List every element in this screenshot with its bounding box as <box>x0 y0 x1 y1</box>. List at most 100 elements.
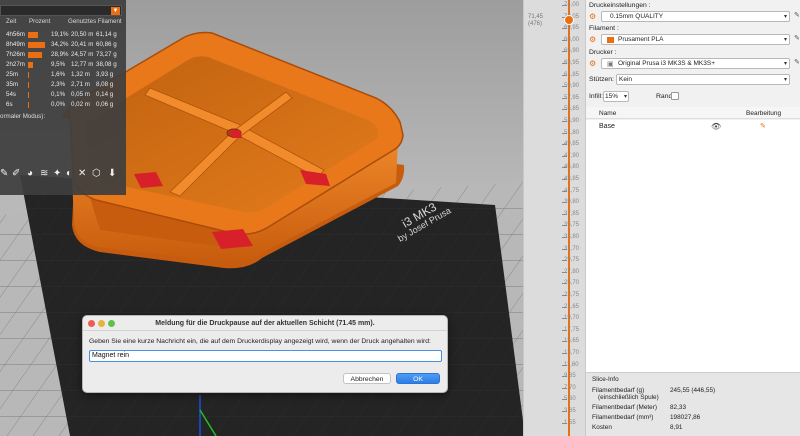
view-type-dropdown[interactable]: ▼ <box>0 5 122 16</box>
edit-icon[interactable]: ✎ <box>794 58 800 66</box>
column-edit: Bearbeitung <box>746 110 782 117</box>
stats-row: 2h27m 9,5% 12,77 m 38,08 g <box>6 61 126 70</box>
chevron-down-icon: ▾ <box>783 37 787 43</box>
edit-object-icon[interactable]: ✎ <box>760 122 766 130</box>
seam-icon[interactable]: ✕ <box>78 168 86 179</box>
header-percent: Prozent <box>29 18 51 25</box>
filament-mm3-label: Filamentbedarf (mm³) <box>592 414 654 421</box>
current-height: 71,45 <box>528 14 544 20</box>
filament-g-label: Filamentbedarf (g) <box>592 387 645 394</box>
printer-combo[interactable]: ▣ Original Prusa i3 MK3S & MK3S+ ▾ <box>601 58 790 69</box>
3d-viewport[interactable]: i3 MK3 by Josef Prusa ▼ Zeit Prozent Gen… <box>0 0 560 436</box>
print-settings-value: 0.15mm QUALITY <box>610 13 664 20</box>
eye-icon[interactable]: 👁 <box>711 122 721 131</box>
colormix-icon[interactable]: ✦ <box>53 168 61 179</box>
cost-value: 8,91 <box>670 424 683 431</box>
dialog-titlebar: Meldung für die Druckpause auf der aktue… <box>83 316 447 331</box>
stats-grams: 60,86 g <box>96 41 117 48</box>
stats-bar <box>28 72 29 78</box>
contrast-icon[interactable]: ◐ <box>66 168 72 179</box>
chevron-down-icon: ▾ <box>783 77 787 83</box>
stats-percent: 0,0% <box>51 101 66 108</box>
stats-row: 54s 0,1% 0,05 m 0,14 g <box>6 91 126 100</box>
filament-value: Prusament PLA <box>618 36 664 43</box>
mode-note: ormaler Modus): <box>0 113 46 120</box>
ruler-label: 74,00 <box>564 2 580 8</box>
stats-row: 25m 1,6% 1,32 m 3,93 g <box>6 71 126 80</box>
stats-percent: 1,6% <box>51 71 66 78</box>
ruler-label: 35,75 <box>564 222 580 229</box>
stats-meters: 1,32 m <box>71 71 90 78</box>
stats-grams: 73,27 g <box>96 51 117 58</box>
cost-label: Kosten <box>592 424 612 431</box>
stats-percent: 28,9% <box>51 51 69 58</box>
slider-thumb-icon[interactable] <box>562 13 576 27</box>
gear-icon[interactable]: ⚙ <box>589 12 596 21</box>
edit-icon[interactable]: ✎ <box>794 34 800 42</box>
stats-grams: 0,14 g <box>96 91 114 98</box>
ruler-label: 41,75 <box>564 187 580 194</box>
stats-meters: 0,05 m <box>71 91 90 98</box>
ruler-label: 29,75 <box>564 257 580 264</box>
layer-slider[interactable]: 71,45 (476) 74,0072,0569,9568,0065,9063,… <box>523 0 585 436</box>
color-icon[interactable]: ◕ <box>27 168 33 179</box>
pause-message-dialog: Meldung für die Druckpause auf der aktue… <box>82 315 448 393</box>
stats-meters: 0,02 m <box>71 101 90 108</box>
slice-info-title: Slice-Info <box>592 376 619 383</box>
stats-time: 35m <box>6 81 19 88</box>
gear-icon[interactable]: ⚙ <box>589 59 596 68</box>
stats-bar <box>28 92 29 98</box>
current-layer-readout: 71,45 (476) <box>528 14 543 28</box>
gear-icon[interactable]: ⚙ <box>589 35 596 44</box>
filament-combo[interactable]: Prusament PLA ▾ <box>601 34 790 45</box>
dialog-message: Geben Sie eine kurze Nachricht ein, die … <box>89 338 431 345</box>
supports-combo[interactable]: Kein ▾ <box>616 74 790 85</box>
arrow-icon[interactable]: ⬇ <box>108 168 116 179</box>
edit-icon[interactable]: ✎ <box>794 11 800 19</box>
ok-button[interactable]: OK <box>396 373 440 384</box>
column-name: Name <box>599 110 617 117</box>
ruler-label: 61,85 <box>564 71 580 78</box>
stats-time: 2h27m <box>6 61 25 68</box>
stats-bar <box>28 32 38 38</box>
pencil-icon[interactable]: ✐ <box>12 168 20 179</box>
supports-value: Kein <box>619 76 633 83</box>
brim-checkbox[interactable] <box>671 92 679 100</box>
ruler-label: 51,80 <box>564 129 580 136</box>
object-name: Base <box>599 123 615 130</box>
stats-meters: 2,71 m <box>71 81 90 88</box>
ruler-label: 25,70 <box>564 280 580 287</box>
object-list-body <box>586 133 800 372</box>
printer-icon: ▣ <box>607 61 614 68</box>
ruler-label: 37,85 <box>564 210 580 217</box>
printer-label: Drucker : <box>589 49 617 56</box>
layers-icon[interactable]: ≋ <box>40 168 48 179</box>
object-list-header: Name Bearbeitung <box>586 107 800 119</box>
infill-label: Infill: <box>589 93 603 100</box>
ruler-label: 21,65 <box>564 303 580 310</box>
ruler-label: 47,90 <box>564 152 580 159</box>
cancel-button[interactable]: Abbrechen <box>343 373 391 384</box>
tool-icon[interactable]: ✎ <box>0 168 8 179</box>
ruler-label: 3,65 <box>564 408 576 414</box>
stats-grams: 8,08 g <box>96 81 114 88</box>
ruler-label: 53,90 <box>564 118 580 124</box>
stats-percent: 9,5% <box>51 61 66 68</box>
ruler-label: 65,90 <box>564 48 580 55</box>
stats-meters: 24,57 m <box>71 51 94 58</box>
infill-combo[interactable]: 15% ▾ <box>603 91 629 102</box>
ruler-label: 39,80 <box>564 199 580 206</box>
chevron-down-icon: ▾ <box>783 61 787 67</box>
ruler-label: 55,85 <box>564 106 580 113</box>
dropdown-arrow-icon[interactable]: ▼ <box>111 7 120 15</box>
print-settings-combo[interactable]: 0.15mm QUALITY ▾ <box>601 11 790 22</box>
filament-color-swatch <box>607 37 614 43</box>
object-row[interactable]: Base 👁 ✎ <box>586 120 800 133</box>
filament-label: Filament : <box>589 25 619 32</box>
cube-icon[interactable]: ⬡ <box>92 168 101 179</box>
stats-row: 4h56m 19,1% 20,50 m 61,14 g <box>6 31 126 40</box>
printer-value: Original Prusa i3 MK3S & MK3S+ <box>618 60 715 67</box>
pause-message-input[interactable]: Magnet rein <box>89 350 442 362</box>
ruler-label: 68,00 <box>564 36 580 43</box>
ruler-label: 45,80 <box>564 164 580 171</box>
